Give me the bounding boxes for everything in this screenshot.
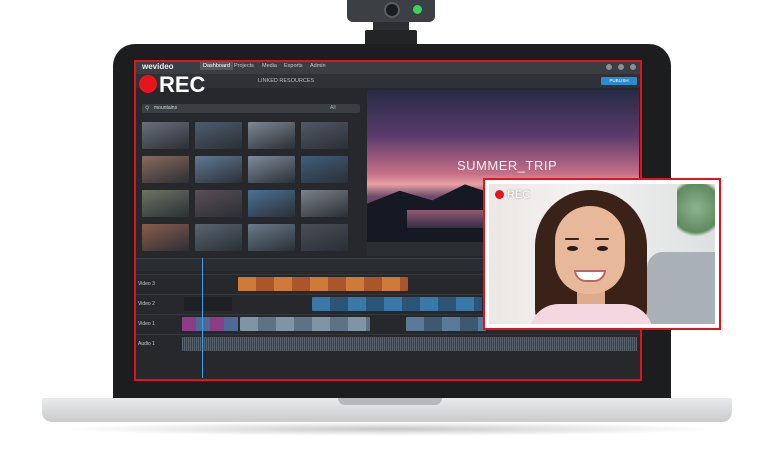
webcam-overlay[interactable]: REC — [483, 178, 721, 330]
person-brow-right — [595, 238, 609, 240]
webcam-lens — [384, 2, 400, 18]
webcam-rec-label: REC — [507, 189, 531, 201]
background-sofa — [647, 252, 715, 324]
webcam-led — [413, 5, 422, 14]
webcam-neck — [373, 22, 409, 30]
webcam-device — [347, 0, 435, 44]
webcam-rec-indicator: REC — [495, 189, 530, 201]
person-eye-left — [567, 246, 578, 251]
screen-rec-label: REC — [159, 72, 206, 97]
background-plant — [677, 184, 715, 244]
person-shirt — [529, 304, 653, 324]
webcam-body — [347, 0, 435, 22]
rec-dot-icon — [139, 75, 157, 93]
laptop-notch — [338, 398, 442, 405]
rec-dot-icon — [495, 190, 504, 199]
person-brow-left — [565, 238, 579, 240]
laptop-shadow — [60, 422, 720, 436]
webcam-feed: REC — [489, 184, 715, 324]
webcam-clip — [365, 30, 417, 44]
person-eye-right — [597, 246, 608, 251]
screen-rec-indicator: REC — [139, 72, 205, 98]
